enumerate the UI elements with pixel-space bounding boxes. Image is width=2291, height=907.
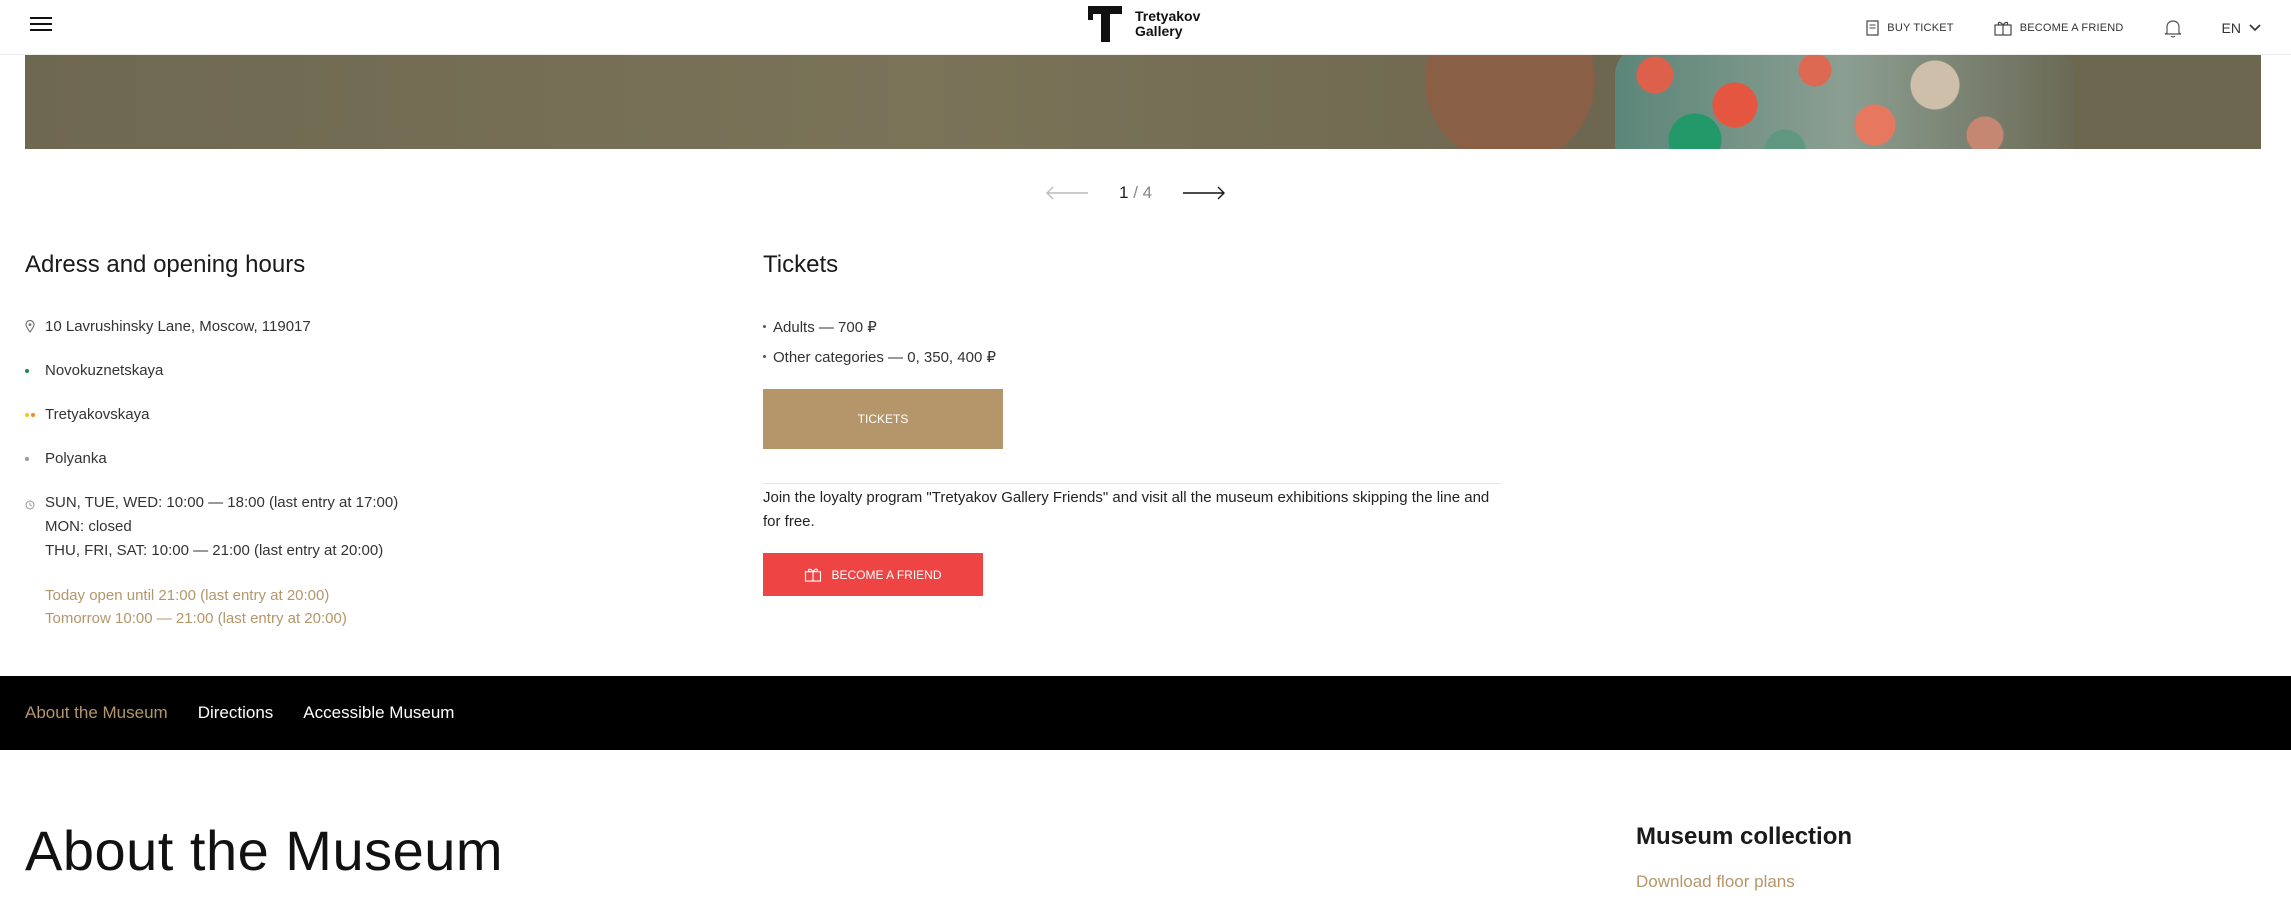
nav-about-museum[interactable]: About the Museum [25, 703, 168, 723]
gift-icon [805, 568, 822, 582]
loyalty-text: Join the loyalty program "Tretyakov Gall… [763, 489, 1490, 530]
hero-image [25, 55, 2261, 149]
tickets-title: Tickets [763, 251, 839, 278]
ticket-icon [1866, 19, 1879, 36]
pager-separator: / [1133, 183, 1138, 202]
pager-total: 4 [1142, 183, 1153, 202]
address-title: Adress and opening hours [25, 251, 306, 278]
slider-pager: 1 / 4 [1045, 183, 1226, 203]
gift-icon [1994, 21, 2012, 36]
tickets-button[interactable]: TICKETS [763, 389, 1003, 449]
address-street: 10 Lavrushinsky Lane, Moscow, 119017 [25, 318, 311, 335]
metro-line-gray-icon [25, 456, 29, 461]
logo-text: Tretyakov Gallery [1135, 9, 1200, 39]
price-item: Other categories — 0, 350, 400 ₽ [763, 348, 996, 366]
arrow-left-icon[interactable] [1045, 186, 1089, 200]
metro-line-orange-icon [31, 412, 35, 417]
buy-ticket-link[interactable]: BUY TICKET [1866, 19, 1954, 36]
pager-counter: 1 / 4 [1119, 183, 1152, 203]
logo-line-2: Gallery [1135, 23, 1183, 39]
header-actions: BUY TICKET BECOME A FRIEND EN [1866, 0, 2261, 55]
nav-directions[interactable]: Directions [198, 703, 274, 723]
metro-item: Tretyakovskaya [25, 406, 149, 423]
hours-line: MON: closed [45, 518, 132, 535]
metro-name: Novokuznetskaya [45, 362, 164, 379]
today-hours: Today open until 21:00 (last entry at 20… [45, 587, 330, 604]
section-nav: About the Museum Directions Accessible M… [0, 676, 2291, 750]
menu-icon[interactable] [30, 16, 52, 32]
street-text: 10 Lavrushinsky Lane, Moscow, 119017 [45, 318, 311, 335]
divider [763, 483, 1501, 484]
become-friend-link[interactable]: BECOME A FRIEND [1994, 20, 2124, 36]
hours-line: SUN, TUE, WED: 10:00 — 18:00 (last entry… [45, 494, 399, 511]
metro-line-green-icon [25, 368, 29, 373]
today-status: Today open until 21:00 (last entry at 20… [45, 584, 347, 630]
ticket-prices: Adults — 700 ₽ Other categories — 0, 350… [763, 318, 996, 378]
tomorrow-hours: Tomorrow 10:00 — 21:00 (last entry at 20… [45, 610, 347, 627]
pager-current: 1 [1119, 183, 1129, 202]
metro-name: Polyanka [45, 450, 107, 467]
download-floor-plans-link[interactable]: Download floor plans [1636, 872, 1795, 892]
collection-title: Museum collection [1636, 823, 1853, 850]
price-item: Adults — 700 ₽ [763, 318, 996, 336]
metro-item: Novokuznetskaya [25, 362, 163, 379]
become-friend-button-label: BECOME A FRIEND [831, 567, 942, 582]
about-title: About the Museum [25, 819, 504, 882]
metro-name: Tretyakovskaya [45, 406, 150, 423]
chevron-down-icon [2249, 23, 2261, 31]
bell-icon[interactable] [2164, 18, 2182, 38]
metro-item: Polyanka [25, 450, 107, 467]
location-pin-icon [25, 320, 35, 333]
clock-icon [25, 500, 35, 510]
arrow-right-icon[interactable] [1182, 186, 1226, 200]
hours-line: THU, FRI, SAT: 10:00 — 21:00 (last entry… [45, 542, 384, 559]
become-friend-label: BECOME A FRIEND [2019, 21, 2124, 34]
language-select[interactable]: EN [2222, 20, 2261, 36]
banner-figure [1425, 55, 1595, 149]
language-label: EN [2221, 19, 2241, 36]
opening-hours: SUN, TUE, WED: 10:00 — 18:00 (last entry… [25, 491, 398, 563]
logo-line-1: Tretyakov [1135, 8, 1201, 24]
metro-line-yellow-icon [25, 412, 29, 417]
become-friend-button[interactable]: BECOME A FRIEND [763, 553, 983, 596]
tretyakov-logo-icon [1088, 6, 1122, 42]
site-header: Tretyakov Gallery BUY TICKET BECOME A FR… [0, 0, 2291, 55]
banner-floral [1615, 55, 2075, 149]
buy-ticket-label: BUY TICKET [1887, 21, 1954, 34]
logo[interactable]: Tretyakov Gallery [1085, 4, 1200, 44]
nav-accessible-museum[interactable]: Accessible Museum [303, 703, 454, 723]
